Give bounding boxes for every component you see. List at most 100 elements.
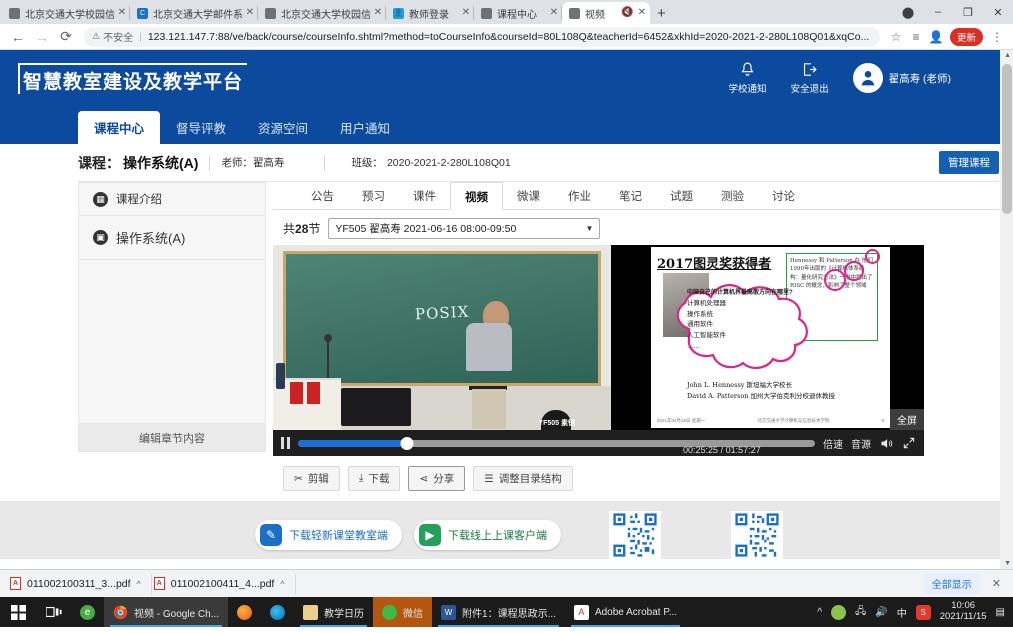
taskbar-item-acrobat[interactable]: A Adobe Acrobat P... — [565, 597, 686, 627]
volume-icon[interactable]: 🔊 — [875, 607, 887, 618]
close-icon[interactable]: ✕ — [374, 8, 382, 18]
pause-icon[interactable] — [281, 437, 290, 449]
taskbar-item-edge[interactable] — [261, 597, 294, 627]
sidebar-item-course-intro[interactable]: ▦ 课程介绍 — [78, 182, 266, 216]
reload-icon[interactable]: ⟳ — [54, 28, 78, 45]
bookmark-star-icon[interactable]: ☆ — [886, 30, 906, 44]
close-icon[interactable]: ✕ — [118, 8, 126, 18]
close-icon[interactable]: ✕ — [638, 8, 646, 18]
task-view-button[interactable] — [37, 597, 71, 627]
tab-preview[interactable]: 预习 — [348, 182, 399, 209]
start-button[interactable] — [0, 597, 37, 627]
taskbar-clock[interactable]: 10:06 2021/11/15 — [940, 600, 987, 623]
fullscreen-tag-button[interactable]: 全屏 — [890, 409, 924, 430]
video-player[interactable]: POSIX YF505 素锈 2017图灵奖获得者 Hennessy 和 Pat… — [273, 245, 924, 456]
page-body: ▦ 课程介绍 ▣ 操作系统(A) 编辑章节内容 公告 预习 课件 视频 微课 作… — [0, 182, 1013, 491]
chevron-up-icon[interactable]: ^ — [137, 579, 141, 589]
tab-homework[interactable]: 作业 — [554, 182, 605, 209]
browser-tab-0[interactable]: 北京交通大学校园信息门 ✕ — [2, 2, 130, 24]
download-button[interactable]: ⤓ 下载 — [347, 466, 401, 491]
update-button[interactable]: 更新 — [949, 27, 983, 46]
browser-tab-5-active[interactable]: 视频 🔇 ✕ — [562, 2, 650, 24]
download-online-client-button[interactable]: ▶ 下载线上上课客户端 — [414, 520, 561, 550]
clip-label: 剪辑 — [307, 473, 329, 485]
taskbar-item-wechat[interactable]: 微信 — [373, 597, 433, 627]
scroll-up-icon[interactable]: ▲ — [1004, 52, 1011, 59]
browser-tab-title: 视频 — [585, 9, 605, 21]
sogou-icon[interactable]: S — [915, 604, 931, 620]
collections-icon[interactable]: ≡ — [906, 30, 926, 44]
back-icon[interactable]: ← — [6, 29, 30, 45]
progress-knob[interactable] — [400, 436, 414, 450]
tab-quiz[interactable]: 测验 — [707, 182, 758, 209]
mail-c-icon: C — [137, 7, 148, 19]
manage-course-button[interactable]: 管理课程 — [939, 151, 999, 174]
tab-notes[interactable]: 笔记 — [605, 182, 656, 209]
scroll-thumb[interactable] — [1002, 64, 1012, 214]
user-chip[interactable]: 翟高寿 (老师) — [852, 63, 951, 93]
network-icon[interactable]: 🖧 — [855, 604, 866, 621]
address-bar[interactable]: ⚠ 不安全 | 123.121.147.7:88/ve/back/course/… — [84, 26, 880, 47]
chevron-up-icon[interactable]: ^ — [280, 579, 284, 589]
sidebar-item-operating-system[interactable]: ▣ 操作系统(A) — [78, 216, 266, 260]
browser-tab-2[interactable]: 北京交通大学校园信息门 ✕ — [258, 2, 386, 24]
download-item-0[interactable]: 011002100311_3...pdf ^ — [8, 573, 152, 594]
show-all-downloads-button[interactable]: 全部显示 — [923, 573, 980, 594]
close-shelf-icon[interactable]: ✕ — [992, 577, 1005, 590]
close-window-button[interactable]: ✕ — [983, 6, 1013, 19]
tab-courseware[interactable]: 课件 — [399, 182, 450, 209]
browser-tab-1[interactable]: C 北京交通大学邮件系统 ✕ — [130, 2, 258, 24]
expand-icon[interactable] — [902, 436, 916, 450]
tab-announcement[interactable]: 公告 — [297, 182, 348, 209]
close-icon[interactable]: ✕ — [246, 8, 254, 18]
clip-button[interactable]: ✂ 剪辑 — [283, 466, 340, 491]
page-scrollbar[interactable]: ▲ ▼ — [1000, 50, 1013, 569]
volume-icon[interactable] — [879, 436, 894, 451]
not-secure-badge[interactable]: ⚠ 不安全 — [92, 29, 133, 44]
browser-tab-4[interactable]: 课程中心 ✕ — [474, 2, 562, 24]
nav-tab-resource-space[interactable]: 资源空间 — [242, 111, 324, 144]
nav-tab-user-notice[interactable]: 用户通知 — [324, 111, 406, 144]
new-tab-button[interactable]: + — [650, 5, 673, 24]
session-select[interactable]: YF505 翟高寿 2021-06-16 08:00-09:50 ▼ — [328, 218, 601, 239]
download-item-1[interactable]: 011002100411_4...pdf ^ — [152, 573, 296, 594]
close-icon[interactable]: ✕ — [462, 8, 470, 18]
minimize-button[interactable]: – — [923, 6, 953, 18]
forward-icon[interactable]: → — [30, 29, 54, 45]
taskbar-item-chrome[interactable]: 视频 - Google Ch... — [104, 597, 229, 627]
taskbar-item-teaching-calendar[interactable]: 教学日历 — [294, 597, 373, 627]
download-classroom-client-button[interactable]: ✎ 下载轻新课堂教室端 — [255, 520, 402, 550]
tray-chevron-icon[interactable]: ^ — [817, 607, 822, 618]
logout-button[interactable]: 安全退出 — [791, 61, 829, 95]
nav-tab-course-center[interactable]: 课程中心 — [78, 111, 161, 144]
ime-cn-icon[interactable]: 中 — [897, 605, 907, 620]
tab-video[interactable]: 视频 — [450, 182, 503, 210]
browser-tab-3[interactable]: 👤 教师登录 ✕ — [386, 2, 474, 24]
share-button[interactable]: ⋖ 分享 — [408, 466, 466, 491]
taskbar-item-firefox[interactable] — [228, 597, 261, 627]
school-notice-button[interactable]: 学校通知 — [729, 61, 767, 95]
notification-icon[interactable]: ▤ — [996, 607, 1005, 618]
adjust-structure-button[interactable]: ☰ 调整目录结构 — [473, 466, 573, 491]
speed-button[interactable]: 倍速 — [823, 436, 843, 451]
video-classroom-view[interactable]: POSIX YF505 素锈 — [273, 245, 643, 430]
nav-tab-supervision[interactable]: 督导评教 — [160, 111, 242, 144]
tab-questions[interactable]: 试题 — [656, 182, 707, 209]
audio-source-button[interactable]: 音源 — [851, 436, 871, 451]
maximize-button[interactable]: ❐ — [953, 6, 983, 19]
edge-icon — [270, 604, 286, 620]
update-icon[interactable] — [831, 604, 847, 620]
chrome-icon — [113, 605, 128, 620]
close-icon[interactable]: ✕ — [550, 8, 558, 18]
video-slide-view[interactable]: 2017图灵奖获得者 Hennessy 和 Patterson 在 他们1990… — [643, 245, 924, 430]
edit-chapter-button[interactable]: 编辑章节内容 — [78, 424, 266, 452]
taskbar-item-word-doc[interactable]: W 附件1：课程思政示... — [432, 597, 565, 627]
profile-icon[interactable]: ⬤ — [893, 6, 923, 19]
taskbar-item-green-app[interactable]: e — [71, 597, 104, 627]
scroll-down-icon[interactable]: ▼ — [1004, 560, 1011, 567]
account-icon[interactable]: 👤 — [926, 30, 946, 44]
mute-icon[interactable]: 🔇 — [621, 8, 633, 18]
tab-microlecture[interactable]: 微课 — [503, 182, 554, 209]
tab-discussion[interactable]: 讨论 — [758, 182, 809, 209]
browser-menu-icon[interactable]: ⋮ — [987, 30, 1007, 44]
